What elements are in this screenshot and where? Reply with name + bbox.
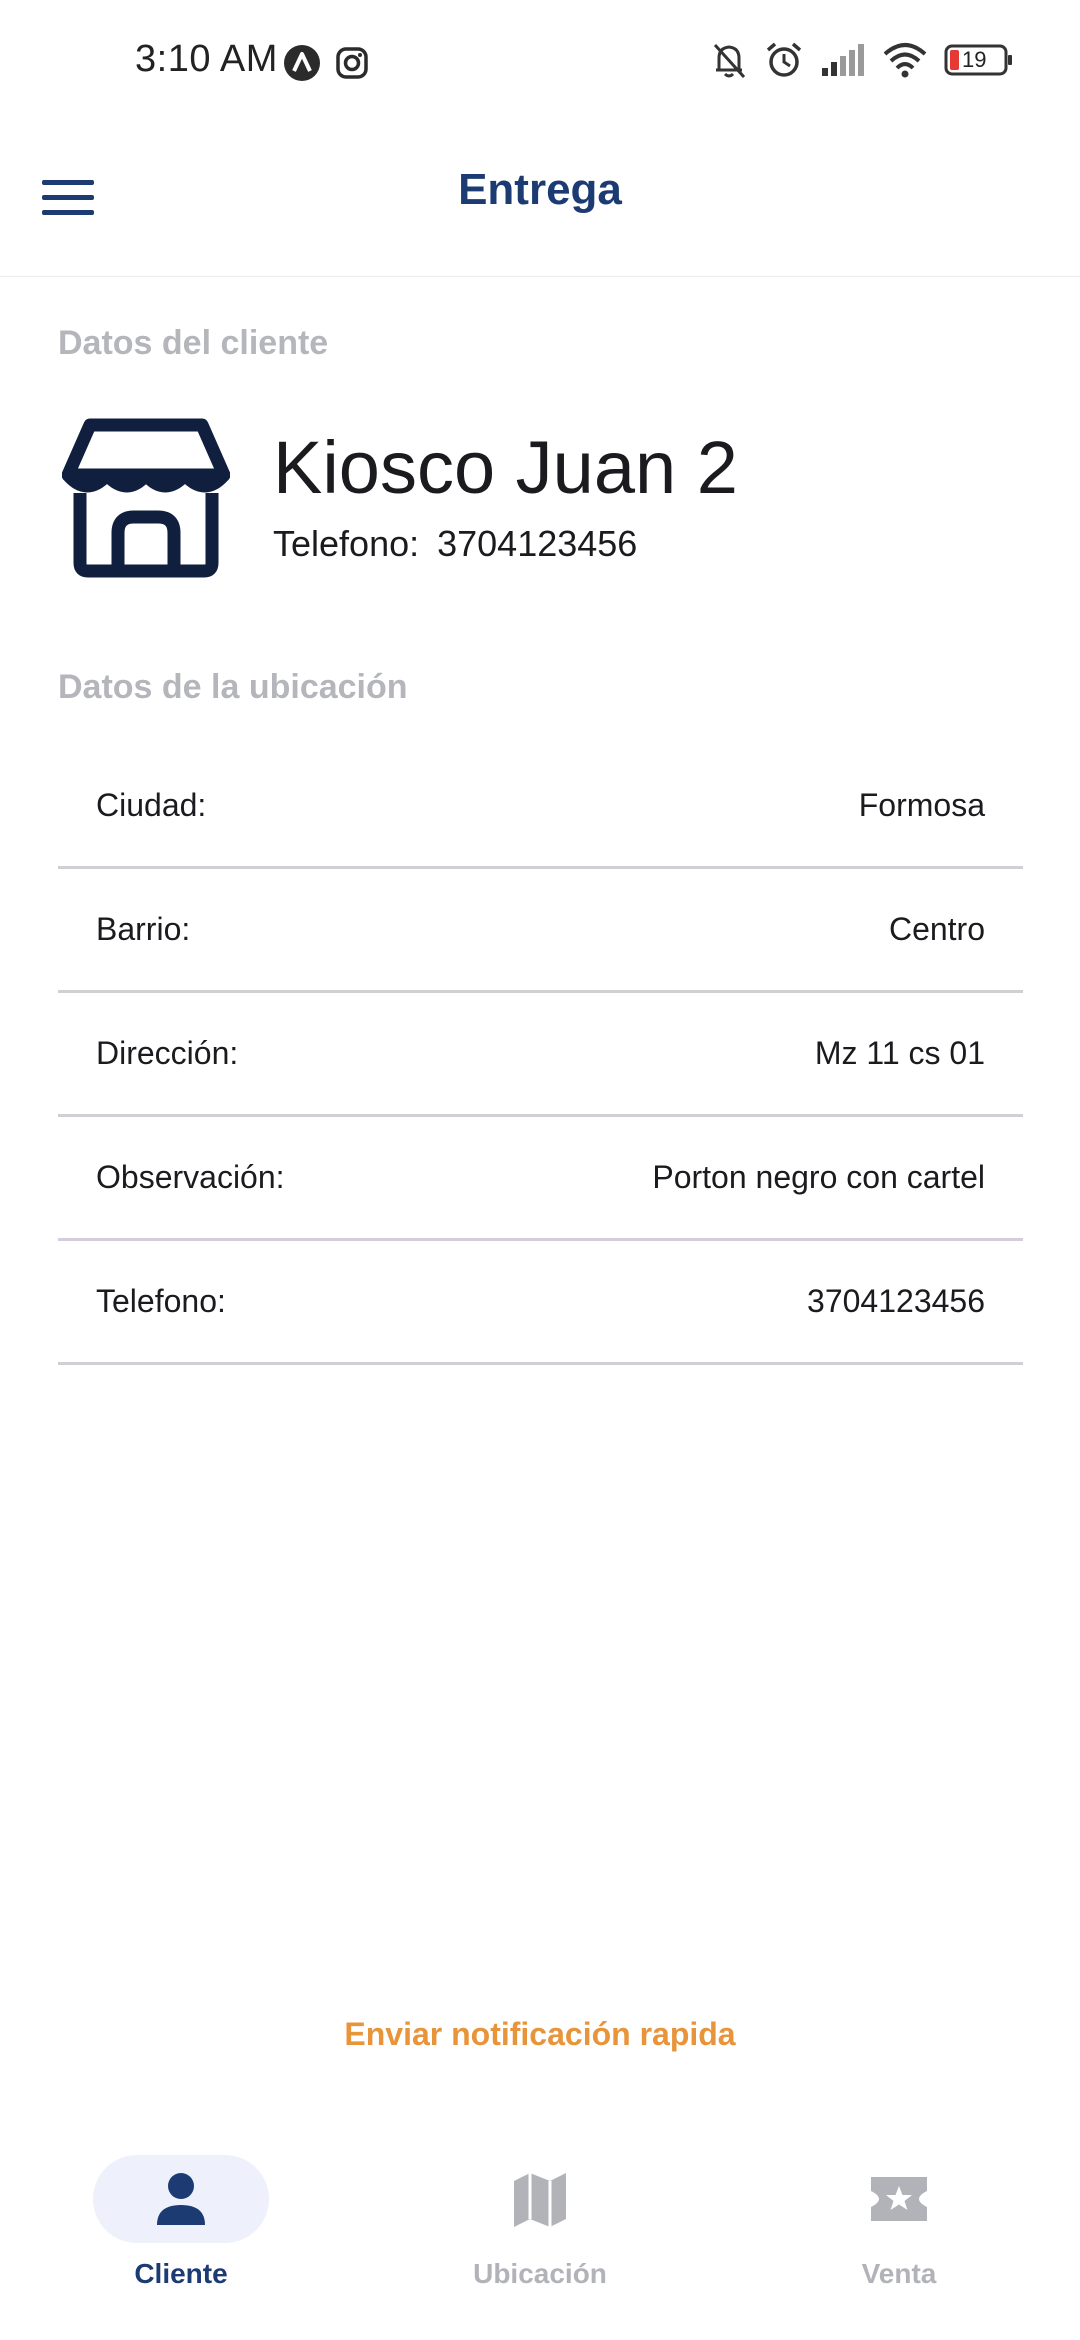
map-icon — [514, 2173, 566, 2227]
client-phone-label: Telefono: — [273, 523, 420, 564]
signal-icon — [822, 44, 864, 76]
status-time: 3:10 AM — [135, 38, 278, 80]
location-row-observation: Observación: Porton negro con cartel — [58, 1117, 1023, 1241]
app-notification-icon — [284, 45, 320, 81]
location-row-label: Dirección: — [96, 1035, 239, 1071]
location-row-label: Barrio: — [96, 911, 191, 947]
delivery-screen: 3:10 AM 19 Entrega Datos del cliente Kio… — [0, 0, 1080, 2340]
location-row-value: Formosa — [858, 787, 985, 823]
location-row-label: Ciudad: — [96, 787, 207, 823]
bottom-navigation: Cliente Ubicación Venta — [0, 2140, 1080, 2340]
location-row-value: Centro — [888, 911, 985, 947]
client-name: Kiosco Juan 2 — [273, 426, 738, 509]
nav-tab-cliente[interactable]: Cliente — [51, 2140, 311, 2340]
app-bar: Entrega — [0, 125, 1080, 277]
person-icon — [157, 2173, 205, 2225]
location-row-phone: Telefono: 3704123456 — [58, 1241, 1023, 1365]
location-row-value: Porton negro con cartel — [652, 1159, 985, 1195]
bell-off-icon — [713, 43, 746, 79]
ticket-star-icon — [871, 2177, 927, 2221]
location-row-label: Observación: — [96, 1159, 285, 1195]
instagram-icon — [336, 47, 368, 79]
send-quick-notification-button[interactable]: Enviar notificación rapida — [0, 2016, 1080, 2053]
wifi-icon — [883, 43, 927, 78]
nav-label: Venta — [861, 2258, 937, 2289]
location-section-title: Datos de la ubicación — [58, 668, 408, 706]
location-row-value: Mz 11 cs 01 — [814, 1035, 985, 1071]
location-row-label: Telefono: — [96, 1283, 226, 1319]
location-row-address: Dirección: Mz 11 cs 01 — [58, 993, 1023, 1117]
battery-indicator: 19 — [944, 44, 1014, 76]
location-row-city: Ciudad: Formosa — [58, 745, 1023, 869]
alarm-icon — [766, 42, 802, 77]
location-details-list: Ciudad: Formosa Barrio: Centro Dirección… — [58, 745, 1023, 1365]
client-phone-row: Telefono: 3704123456 — [273, 523, 637, 565]
battery-level: 19 — [962, 47, 987, 72]
client-phone-value: 3704123456 — [437, 523, 638, 564]
nav-tab-ubicacion[interactable]: Ubicación — [410, 2140, 670, 2340]
location-row-neighborhood: Barrio: Centro — [58, 869, 1023, 993]
status-bar: 3:10 AM 19 — [0, 0, 1080, 125]
page-title: Entrega — [458, 165, 622, 214]
nav-label: Cliente — [134, 2258, 228, 2289]
client-section-title: Datos del cliente — [58, 324, 329, 362]
location-row-value: 3704123456 — [807, 1283, 985, 1319]
nav-label: Ubicación — [473, 2258, 607, 2289]
status-left-icons — [283, 44, 369, 82]
status-right-icons: 19 — [710, 40, 1014, 80]
nav-tab-venta[interactable]: Venta — [769, 2140, 1029, 2340]
store-icon — [62, 418, 230, 578]
